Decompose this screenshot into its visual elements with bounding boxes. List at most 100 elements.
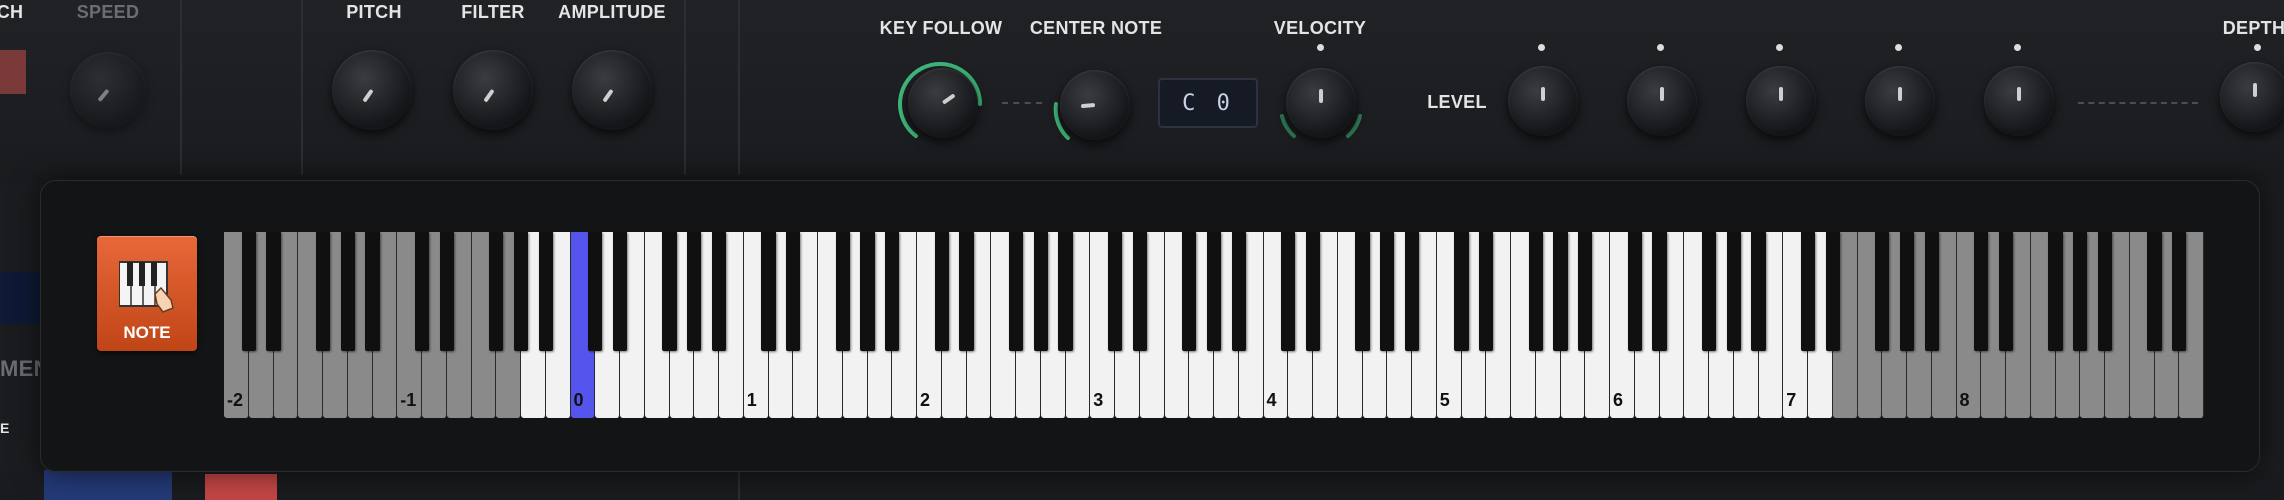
pitch-knob[interactable] (332, 50, 412, 130)
black-key[interactable] (934, 232, 949, 351)
octave-label: 5 (1439, 390, 1450, 410)
black-key[interactable] (439, 232, 454, 351)
black-key[interactable] (1107, 232, 1123, 351)
black-key[interactable] (538, 232, 553, 351)
black-key[interactable] (1701, 232, 1717, 351)
side-panel-partial (0, 272, 40, 324)
black-key[interactable] (1404, 232, 1420, 351)
black-key[interactable] (1132, 232, 1147, 351)
black-key[interactable] (315, 232, 331, 351)
label-partial: CH (0, 2, 24, 22)
filter-knob[interactable] (453, 50, 533, 130)
black-key[interactable] (241, 232, 256, 351)
octave-label: -2 (227, 390, 244, 410)
black-key[interactable] (1974, 232, 1989, 351)
black-key[interactable] (1578, 232, 1593, 351)
black-key[interactable] (1652, 232, 1667, 351)
velocity-knob[interactable] (1286, 68, 1356, 138)
black-key[interactable] (612, 232, 628, 351)
black-key[interactable] (1924, 232, 1939, 351)
bottom-controls-partial (0, 470, 2284, 500)
octave-label: 2 (920, 390, 931, 410)
octave-label: 4 (1266, 390, 1277, 410)
label-center-note: CENTER NOTE (1029, 18, 1163, 38)
side-label-partial: E (0, 420, 10, 436)
color-swatch[interactable] (205, 474, 277, 500)
black-key[interactable] (414, 232, 430, 351)
black-key[interactable] (1033, 232, 1048, 351)
center-dot (1657, 44, 1664, 51)
black-key[interactable] (1627, 232, 1642, 351)
black-key[interactable] (1825, 232, 1840, 351)
black-key[interactable] (2073, 232, 2088, 351)
black-key[interactable] (266, 232, 281, 351)
label-velocity: VELOCITY (1273, 18, 1367, 38)
black-key[interactable] (1008, 232, 1024, 351)
level-knob-2[interactable] (1627, 66, 1697, 136)
black-key[interactable] (959, 232, 974, 351)
level-knob-5[interactable] (1984, 66, 2054, 136)
center-dot (2014, 44, 2021, 51)
black-key[interactable] (1726, 232, 1741, 351)
black-key[interactable] (588, 232, 603, 351)
black-key[interactable] (1182, 232, 1197, 351)
black-key[interactable] (835, 232, 850, 351)
depth-knob[interactable] (2220, 62, 2284, 132)
black-key[interactable] (1998, 232, 2014, 351)
octave-label: 8 (1959, 390, 1970, 410)
amplitude-knob[interactable] (572, 50, 652, 130)
black-key[interactable] (1751, 232, 1766, 351)
label-speed: SPEED (76, 2, 140, 22)
black-key[interactable] (2048, 232, 2063, 351)
octave-label: -1 (400, 390, 417, 410)
black-key[interactable] (1231, 232, 1246, 351)
octave-label: 0 (573, 390, 584, 410)
waveform-display (44, 470, 172, 500)
black-key[interactable] (786, 232, 801, 351)
black-key[interactable] (2147, 232, 2162, 351)
black-key[interactable] (1479, 232, 1494, 351)
center-dot (1776, 44, 1783, 51)
octave-label: 3 (1093, 390, 1104, 410)
black-key[interactable] (860, 232, 875, 351)
black-key[interactable] (489, 232, 504, 351)
black-key[interactable] (1454, 232, 1469, 351)
note-button[interactable]: NOTE (97, 236, 197, 351)
level-knob-4[interactable] (1865, 66, 1935, 136)
black-key[interactable] (1206, 232, 1222, 351)
black-key[interactable] (711, 232, 727, 351)
black-key[interactable] (1380, 232, 1395, 351)
center-note-knob[interactable] (1060, 70, 1130, 140)
speed-knob[interactable] (70, 52, 146, 128)
black-key[interactable] (1553, 232, 1568, 351)
black-key[interactable] (1281, 232, 1296, 351)
color-swatch[interactable] (0, 50, 26, 94)
black-key[interactable] (1528, 232, 1543, 351)
black-key[interactable] (662, 232, 677, 351)
black-key[interactable] (1875, 232, 1890, 351)
black-key[interactable] (885, 232, 900, 351)
black-key[interactable] (1058, 232, 1073, 351)
black-key[interactable] (340, 232, 355, 351)
center-dot (1538, 44, 1545, 51)
link-dash (1002, 102, 1042, 104)
key-follow-knob[interactable] (908, 68, 978, 138)
black-key[interactable] (513, 232, 529, 351)
black-key[interactable] (1305, 232, 1321, 351)
black-key[interactable] (1899, 232, 1915, 351)
center-dot (1895, 44, 1902, 51)
label-level: LEVEL (1427, 92, 1487, 112)
black-key[interactable] (687, 232, 702, 351)
label-depth: DEPTH (2222, 18, 2284, 38)
center-note-display: C 0 (1158, 78, 1258, 128)
black-key[interactable] (2097, 232, 2113, 351)
black-key[interactable] (1355, 232, 1370, 351)
black-key[interactable] (761, 232, 776, 351)
black-key[interactable] (1800, 232, 1816, 351)
level-knob-3[interactable] (1746, 66, 1816, 136)
black-key[interactable] (365, 232, 380, 351)
black-key[interactable] (2172, 232, 2187, 351)
level-knob-1[interactable] (1508, 66, 1578, 136)
divider (738, 0, 740, 175)
label-filter: FILTER (461, 2, 525, 22)
